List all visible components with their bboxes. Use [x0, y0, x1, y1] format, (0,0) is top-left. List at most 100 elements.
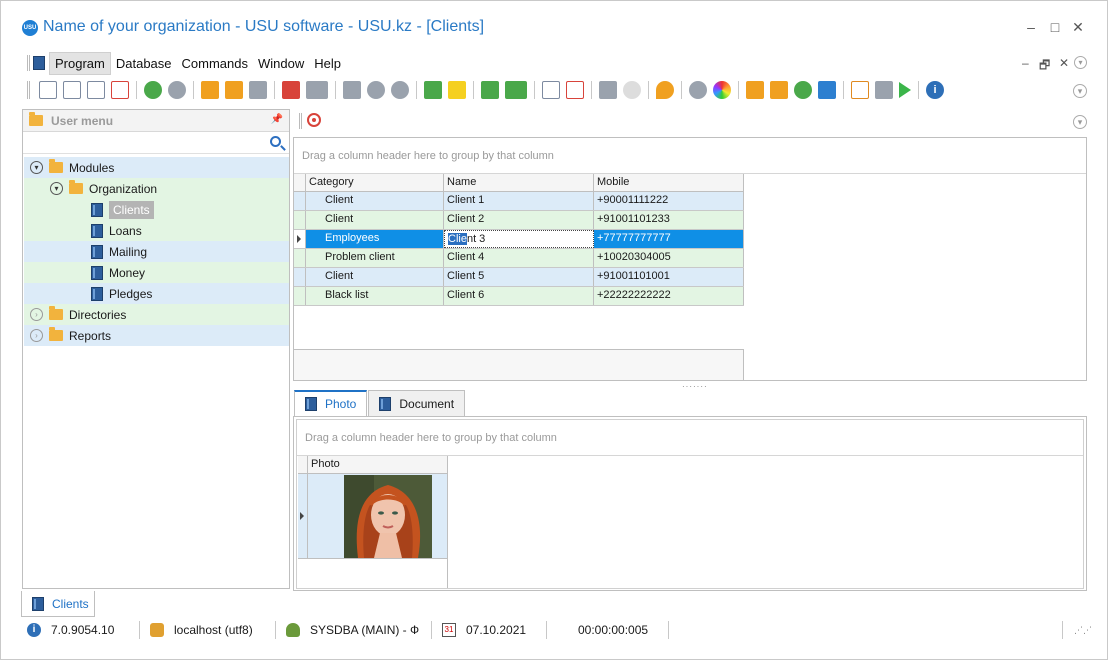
group-icon[interactable] [343, 81, 361, 99]
filter-settings-icon[interactable] [225, 81, 243, 99]
tree-item-mailing[interactable]: Mailing [24, 241, 289, 262]
image-menu-icon[interactable] [306, 81, 328, 99]
find-icon[interactable] [168, 81, 186, 99]
stop-icon[interactable] [307, 113, 321, 127]
tree-item-clients[interactable]: Clients [24, 199, 289, 220]
collapse-icon[interactable]: ▾ [30, 161, 43, 174]
row-indicator[interactable] [294, 230, 306, 248]
tree-item-reports[interactable]: › Reports [24, 325, 289, 346]
filter-clear-icon[interactable] [249, 81, 267, 99]
resize-grip-icon[interactable]: ⋰⋰ [1074, 625, 1092, 636]
row-indicator[interactable] [294, 268, 306, 286]
cell-mobile[interactable]: +91001101001 [594, 268, 744, 286]
lock-icon[interactable] [770, 81, 788, 99]
delete-record-icon[interactable] [111, 81, 129, 99]
splitter-handle[interactable]: ······· [682, 382, 708, 391]
table-row[interactable]: Client Client 2 +91001101233 [294, 211, 744, 230]
cell-name-editor[interactable]: Client 3 [444, 230, 594, 248]
expand-icon[interactable]: › [30, 329, 43, 342]
add-column-icon[interactable] [424, 81, 442, 99]
flag-icon[interactable] [282, 81, 300, 99]
column-header-mobile[interactable]: Mobile [594, 174, 744, 191]
tree-item-organization[interactable]: ▾ Organization [24, 178, 289, 199]
close-button[interactable]: ✕ [1070, 19, 1086, 35]
cell-name[interactable]: Client 4 [444, 249, 594, 267]
menu-commands[interactable]: Commands [177, 53, 253, 74]
play-icon[interactable] [899, 82, 911, 98]
panel-options-icon[interactable]: ▾ [1073, 115, 1087, 129]
tree-item-directories[interactable]: › Directories [24, 304, 289, 325]
table-row[interactable]: Client Client 5 +91001101001 [294, 268, 744, 287]
tree-item-pledges[interactable]: Pledges [24, 283, 289, 304]
menu-options-icon[interactable]: ▾ [1074, 56, 1087, 69]
filter-icon[interactable] [201, 81, 219, 99]
row-indicator[interactable] [298, 474, 308, 558]
row-indicator[interactable] [294, 249, 306, 267]
import-icon[interactable] [481, 81, 499, 99]
gear-icon[interactable] [689, 81, 707, 99]
collapse-icon[interactable]: ▾ [50, 182, 63, 195]
tree-item-loans[interactable]: Loans [24, 220, 289, 241]
table-row[interactable]: Black list Client 6 +22222222222 [294, 287, 744, 306]
cell-mobile[interactable]: +77777777777 [594, 230, 744, 248]
export-excel-icon[interactable] [505, 81, 527, 99]
users-icon[interactable] [794, 81, 812, 99]
mdi-restore-button[interactable]: 🗗 [1039, 56, 1050, 77]
new-window-icon[interactable] [542, 81, 560, 99]
tab-document[interactable]: Document [368, 390, 466, 416]
cell-mobile[interactable]: +10020304005 [594, 249, 744, 267]
group-by-panel[interactable]: Drag a column header here to group by th… [294, 138, 1086, 174]
minimize-button[interactable]: – [1023, 19, 1039, 35]
row-indicator[interactable] [294, 287, 306, 305]
cell-mobile[interactable]: +91001101233 [594, 211, 744, 229]
cell-name[interactable]: Client 5 [444, 268, 594, 286]
group-by-panel[interactable]: Drag a column header here to group by th… [297, 420, 1083, 456]
note-icon[interactable] [448, 81, 466, 99]
cell-category[interactable]: Black list [306, 287, 444, 305]
column-header-category[interactable]: Category [306, 174, 444, 191]
table-row[interactable]: Client Client 1 +90001111222 [294, 192, 744, 211]
panel-grip[interactable] [299, 113, 302, 129]
cell-category[interactable]: Client [306, 268, 444, 286]
table-row[interactable]: Problem client Client 4 +10020304005 [294, 249, 744, 268]
exit-icon[interactable] [599, 81, 617, 99]
cell-name[interactable]: Client 1 [444, 192, 594, 210]
expand-all-icon[interactable] [367, 81, 385, 99]
tools-icon[interactable] [818, 81, 836, 99]
rss-icon[interactable] [746, 81, 764, 99]
edit-record-icon[interactable] [87, 81, 105, 99]
menu-help[interactable]: Help [309, 53, 346, 74]
add-record-icon[interactable] [39, 81, 57, 99]
search-icon[interactable] [270, 136, 281, 147]
options-icon[interactable] [623, 81, 641, 99]
column-header-photo[interactable]: Photo [308, 456, 343, 473]
location-pin-icon[interactable] [656, 81, 674, 99]
table-row-focused[interactable]: Employees Client 3 +77777777777 [294, 230, 744, 249]
document-tab-clients[interactable]: Clients [21, 591, 95, 617]
collapse-all-icon[interactable] [391, 81, 409, 99]
menu-window[interactable]: Window [253, 53, 309, 74]
mdi-close-button[interactable]: ✕ [1059, 56, 1069, 70]
cell-name[interactable]: Client 6 [444, 287, 594, 305]
pin-icon[interactable]: 📌 [271, 114, 283, 125]
close-window-icon[interactable] [566, 81, 584, 99]
column-header-name[interactable]: Name [444, 174, 594, 191]
tree-item-money[interactable]: Money [24, 262, 289, 283]
cell-category[interactable]: Client [306, 211, 444, 229]
info-icon[interactable]: i [926, 81, 944, 99]
toolbar-options-icon[interactable]: ▾ [1073, 84, 1087, 98]
refresh-icon[interactable] [144, 81, 162, 99]
cell-mobile[interactable]: +90001111222 [594, 192, 744, 210]
copy-record-icon[interactable] [63, 81, 81, 99]
user-menu-search[interactable] [23, 132, 289, 154]
row-indicator[interactable] [294, 211, 306, 229]
row-indicator[interactable] [294, 192, 306, 210]
tab-photo[interactable]: Photo [294, 390, 368, 416]
cell-category[interactable]: Employees [306, 230, 444, 248]
menu-database[interactable]: Database [111, 53, 177, 74]
menu-program[interactable]: Program [49, 51, 111, 75]
cell-name[interactable]: Client 2 [444, 211, 594, 229]
cell-category[interactable]: Client [306, 192, 444, 210]
client-photo[interactable] [344, 475, 432, 558]
menu-grip[interactable] [27, 55, 30, 71]
